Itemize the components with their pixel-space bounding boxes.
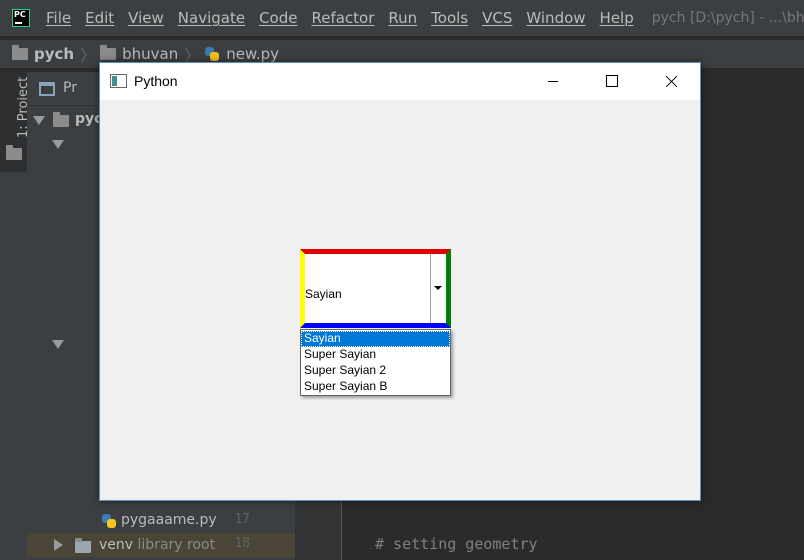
project-view-selector[interactable]: Pr	[63, 80, 77, 96]
folder-icon	[100, 45, 117, 60]
breadcrumb-separator: 〉	[80, 46, 97, 65]
python-tk-window: Python Sayian Sayian Super Sayian Super …	[99, 62, 701, 501]
folder-icon	[12, 45, 28, 60]
folder-icon	[53, 112, 69, 127]
line-number: 17	[234, 512, 250, 527]
menu-bar: File Edit View Navigate Code Refactor Ru…	[0, 0, 804, 36]
window-titlebar[interactable]: Python	[100, 63, 700, 100]
ide-window-title: pych [D:\pych] - ...\bhuvan\	[651, 10, 804, 26]
folder-icon	[6, 145, 22, 160]
venv-name: venv	[99, 537, 134, 553]
menu-edit[interactable]: Edit	[85, 9, 114, 27]
combobox-dropdown-button[interactable]	[430, 254, 446, 323]
line-number: 18	[234, 536, 250, 551]
menu-refactor[interactable]: Refactor	[311, 9, 374, 27]
menu-view[interactable]: View	[128, 9, 164, 27]
minimize-button[interactable]	[530, 63, 576, 100]
menu-code[interactable]: Code	[259, 9, 297, 27]
dropdown-option[interactable]: Super Sayian 2	[301, 363, 450, 379]
menu-run[interactable]: Run	[388, 9, 417, 27]
dropdown-option[interactable]: Sayian	[301, 331, 450, 347]
expand-arrow-icon[interactable]	[33, 116, 45, 125]
menu-navigate[interactable]: Navigate	[178, 9, 245, 27]
menu-vcs[interactable]: VCS	[482, 9, 512, 27]
dropdown-option[interactable]: Super Sayian B	[301, 379, 450, 395]
expand-arrow-icon[interactable]	[52, 340, 64, 349]
window-title: Python	[134, 73, 178, 89]
python-file-icon	[101, 513, 117, 529]
menu-tools[interactable]: Tools	[431, 9, 468, 27]
collapse-arrow-icon[interactable]	[54, 539, 63, 551]
pycharm-logo-icon	[12, 9, 30, 27]
expand-arrow-icon[interactable]	[52, 140, 64, 149]
dropdown-option[interactable]: Super Sayian	[301, 347, 450, 363]
breadcrumb-file[interactable]: new.py	[226, 45, 279, 63]
tk-window-icon	[110, 74, 127, 88]
project-tool-tab[interactable]: 1: Project	[0, 72, 31, 172]
project-view-icon	[39, 82, 55, 96]
tree-file-label[interactable]: pygaaame.py	[121, 512, 217, 528]
breadcrumb-project[interactable]: pych	[34, 45, 74, 63]
combobox-value: Sayian	[305, 287, 342, 301]
menu-file[interactable]: File	[46, 9, 71, 27]
library-root-hint: library root	[137, 537, 216, 553]
code-comment: # setting geometry	[375, 535, 538, 553]
character-combobox[interactable]: Sayian	[300, 249, 451, 328]
breadcrumb-folder[interactable]: bhuvan	[122, 45, 178, 63]
menu-help[interactable]: Help	[600, 9, 634, 27]
tree-venv-label[interactable]: venv library root	[99, 537, 215, 553]
maximize-button[interactable]	[588, 63, 634, 100]
python-file-icon	[204, 46, 220, 62]
tool-window-stripe: 1: Project	[0, 72, 31, 560]
combobox-dropdown-list: Sayian Super Sayian Super Sayian 2 Super…	[300, 329, 451, 396]
close-button[interactable]	[648, 63, 694, 100]
menu-window[interactable]: Window	[526, 9, 585, 27]
folder-icon	[75, 538, 91, 553]
